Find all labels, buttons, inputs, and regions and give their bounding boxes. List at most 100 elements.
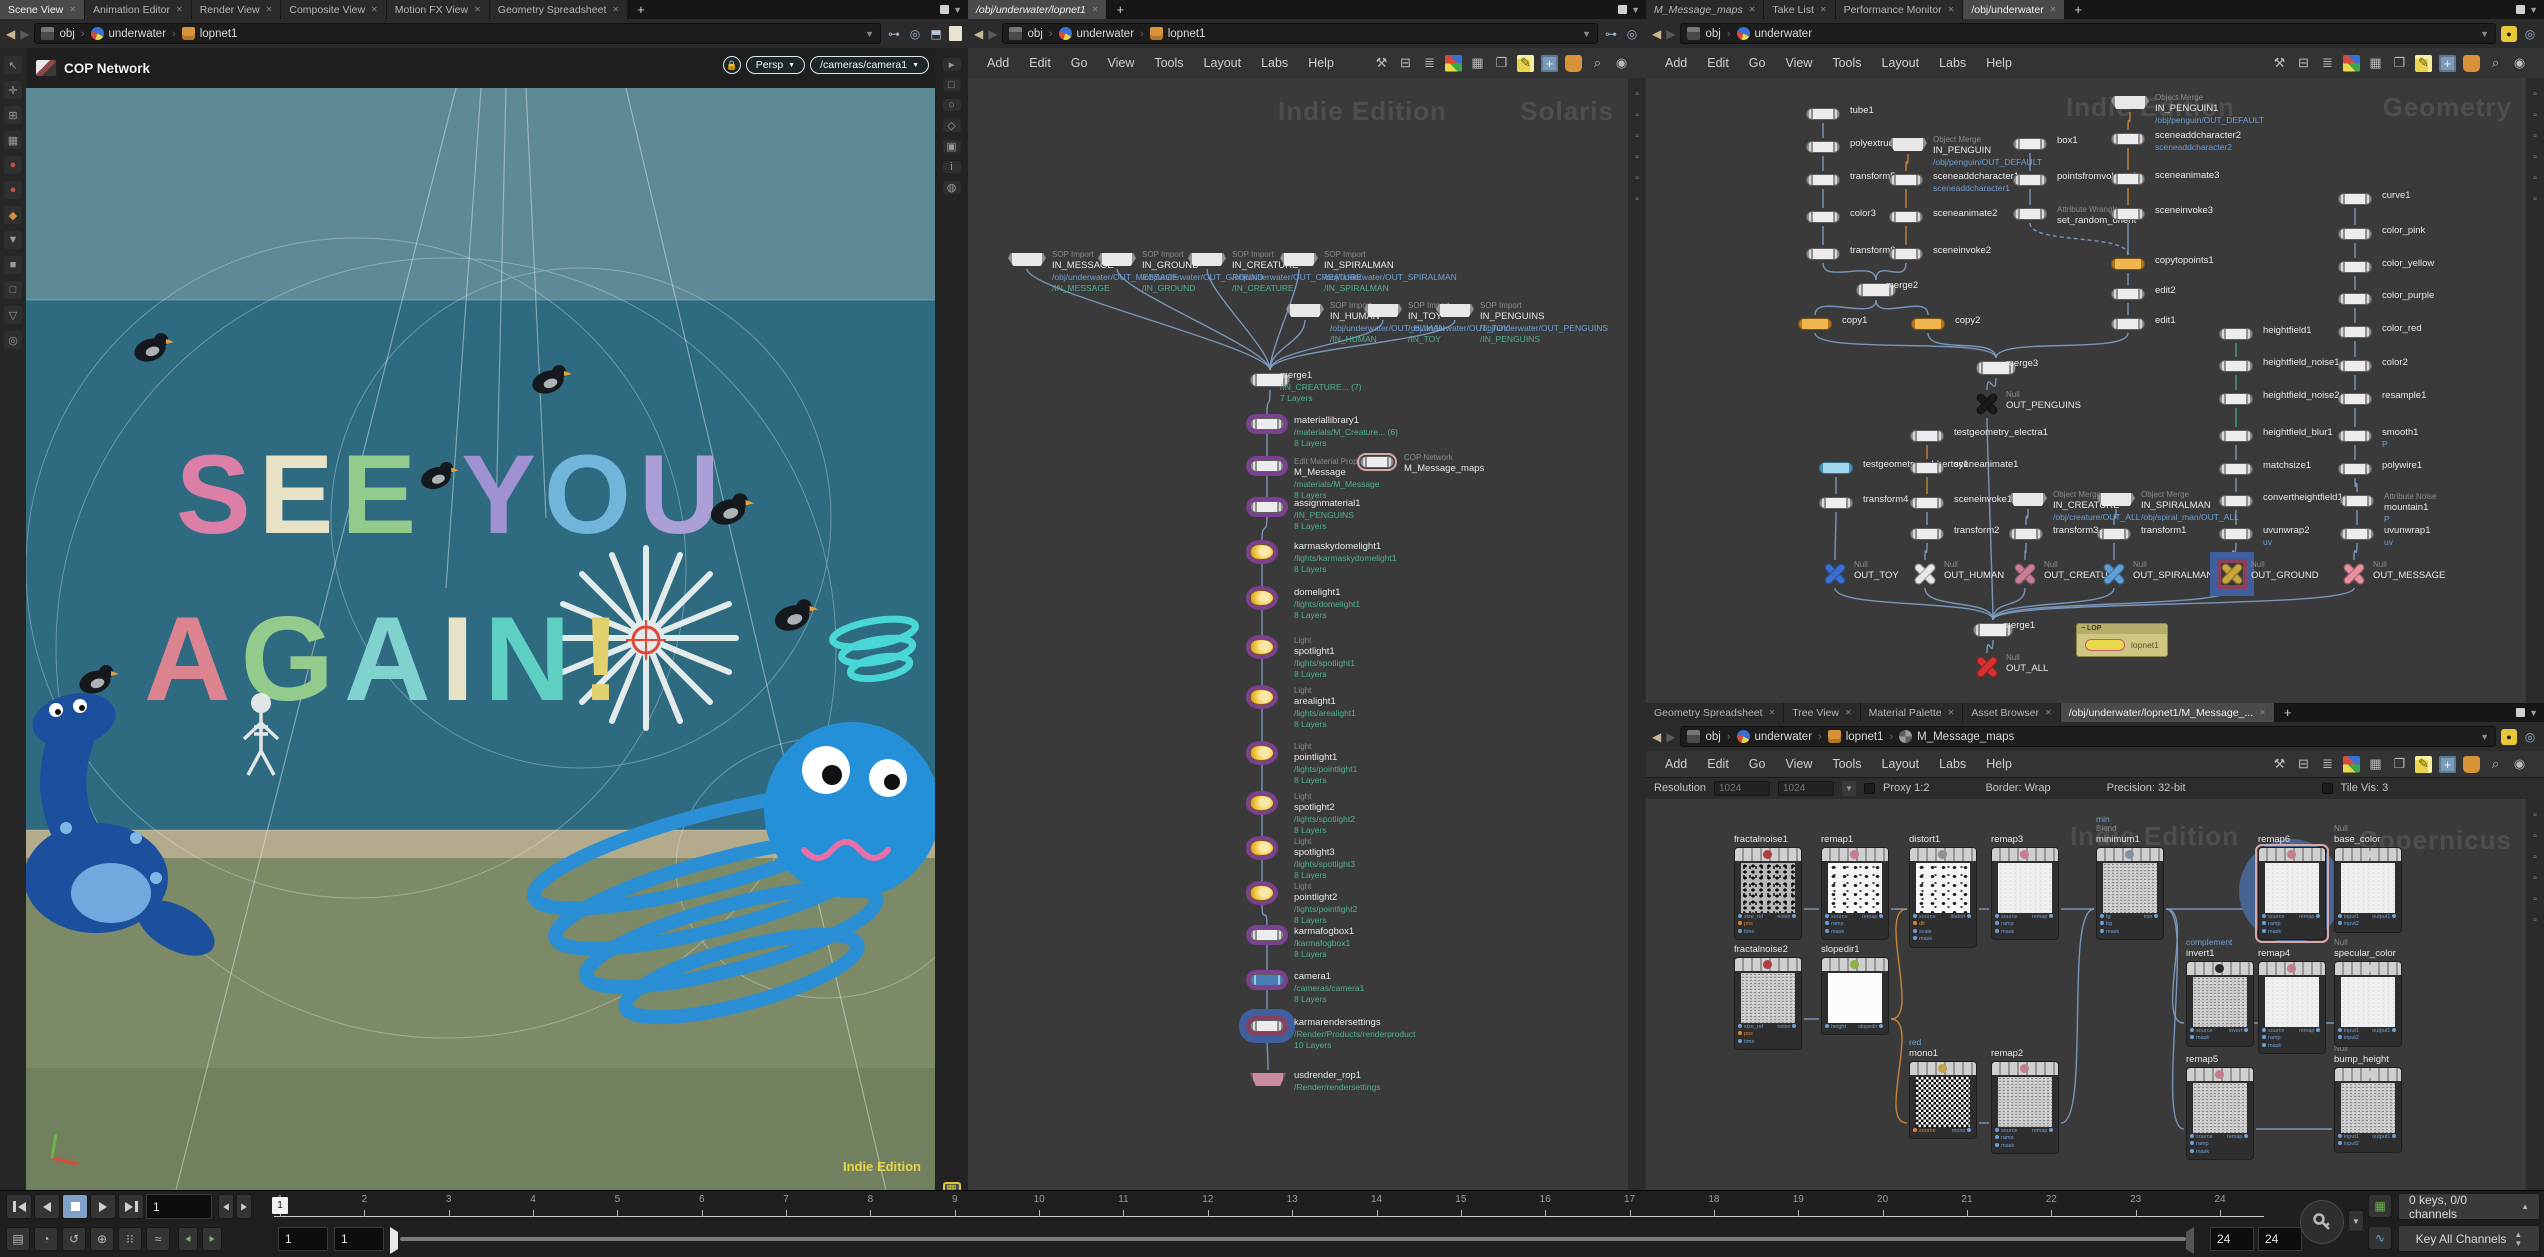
node-out-ground[interactable]: NullOUT_GROUND	[2221, 563, 2243, 585]
menu-add[interactable]: Add	[978, 56, 1018, 70]
palette-icon[interactable]: ▫	[1631, 193, 1644, 206]
copernicus-network-canvas[interactable]: Indie Edition Copernicus size_refpostime…	[1646, 799, 2526, 1190]
tab-obj-underwater[interactable]: /obj/underwater✕	[1963, 0, 2065, 19]
loop-icon[interactable]: ↺	[62, 1227, 86, 1251]
path-dropdown-icon[interactable]: ▼	[2480, 732, 2489, 742]
range-end-display[interactable]: 24	[2258, 1227, 2302, 1251]
tree-icon[interactable]: ⊟	[1397, 55, 1414, 72]
layout-grid-icon[interactable]: ▦	[2367, 55, 2384, 72]
node-transform4[interactable]: transform4	[1819, 497, 1853, 509]
target-tool[interactable]: ◎	[4, 331, 22, 349]
menu-layout[interactable]: Layout	[1873, 757, 1929, 771]
nav-back-button[interactable]: ◀	[1652, 28, 1661, 40]
sculpt-tool-red[interactable]: ●	[4, 181, 22, 199]
pointer-icon[interactable]: ▫	[2529, 88, 2542, 101]
tab-performance-monitor[interactable]: Performance Monitor✕	[1836, 0, 1964, 19]
prev-key-button[interactable]	[178, 1227, 198, 1251]
node-copytopoints1[interactable]: copytopoints1	[2111, 258, 2145, 270]
node-testgeometry-rubbertoy1[interactable]: testgeometry_rubbertoy1	[1819, 462, 1853, 474]
node-camera1[interactable]: camera1/cameras/camera18 Layers	[1250, 974, 1284, 986]
node-distort1[interactable]: sourcedirscalemaskdistort distort1	[1909, 847, 1977, 948]
node-smooth1[interactable]: smooth1P	[2338, 430, 2372, 442]
node-merge1[interactable]: merge1/IN_CREATURE... (7)7 Layers	[1250, 373, 1290, 387]
node-uvunwrap2[interactable]: uvunwrap2uv	[2219, 528, 2253, 540]
paint-tool-red[interactable]: ●	[4, 156, 22, 174]
resolution-x-field[interactable]: 1024	[1714, 781, 1770, 796]
node-in-ground[interactable]: SOP ImportIN_GROUND/obj/underwater/OUT_G…	[1098, 253, 1136, 266]
node-sceneaddcharacter2[interactable]: sceneaddcharacter2sceneaddcharacter2	[2111, 133, 2145, 145]
node-fractalnoise2[interactable]: size_refpostimenoise fractalnoise2	[1734, 957, 1802, 1050]
nav-back-button[interactable]: ◀	[6, 28, 15, 40]
dopesheet-icon[interactable]: ⁝⁝	[118, 1227, 142, 1251]
node-base-color[interactable]: input1input2output1 Nullbase_color	[2334, 847, 2402, 933]
breadcrumb-lopnet1[interactable]: lopnet1	[1150, 27, 1206, 40]
pane-menu-button[interactable]: ▼	[934, 0, 968, 19]
view-tool[interactable]: ▦	[4, 131, 22, 149]
node-slopedir1[interactable]: heightslopedir slopedir1	[1821, 957, 1889, 1035]
node-in-spiralman[interactable]: Object MergeIN_SPIRALMAN/obj/spiral_man/…	[2097, 493, 2135, 506]
range-end-field[interactable]: 24	[2210, 1227, 2254, 1251]
node-karmafogbox1[interactable]: karmafogbox1/karmafogbox18 Layers	[1250, 929, 1284, 941]
layout-grid-icon[interactable]: ▦	[1469, 55, 1486, 72]
timeline-ruler[interactable]	[274, 1216, 2264, 1217]
node-usdrender-rop1[interactable]: usdrender_rop1/Render/rendersettings	[1250, 1073, 1286, 1086]
tab-geometry-spreadsheet[interactable]: Geometry Spreadsheet✕	[1646, 703, 1784, 722]
edit-tool[interactable]: ⊞	[4, 106, 22, 124]
node-pointlight2[interactable]: Lightpointlight2/lights/pointlight28 Lay…	[1250, 885, 1274, 901]
node-m-message-maps[interactable]: COP NetworkM_Message_maps	[1360, 456, 1394, 468]
node-in-creature[interactable]: Object MergeIN_CREATURE/obj/creature/OUT…	[2009, 493, 2047, 506]
path-dropdown-icon[interactable]: ▼	[1582, 29, 1591, 39]
menu-tools[interactable]: Tools	[1823, 757, 1870, 771]
tab-close-icon[interactable]: ✕	[2259, 708, 2266, 717]
visibility-icon[interactable]: ◉	[1613, 55, 1630, 72]
tab-close-icon[interactable]: ✕	[1948, 5, 1955, 14]
range-start-display[interactable]: 1	[334, 1227, 384, 1251]
node-invert1[interactable]: sourcemaskinvert complementinvert1	[2186, 961, 2254, 1047]
marquee-icon[interactable]: ▫	[1631, 109, 1644, 122]
node-sceneinvoke2[interactable]: sceneinvoke2	[1889, 248, 1923, 260]
node-sceneaddcharacter1[interactable]: sceneaddcharacter1sceneaddcharacter1	[1889, 174, 1923, 186]
keys-channels-button[interactable]: 0 keys, 0/0 channels▲	[2398, 1193, 2540, 1220]
scoped-channels-icon[interactable]: ▦	[2368, 1194, 2392, 1218]
bulb-icon[interactable]: ●	[2501, 729, 2517, 745]
layout-icon[interactable]: ▫	[2529, 130, 2542, 143]
node-pointsfromvolume1[interactable]: pointsfromvolume1	[2013, 174, 2047, 186]
menu-go[interactable]: Go	[1740, 56, 1775, 70]
playbar-slider-track[interactable]	[400, 1237, 2186, 1241]
node-out-human[interactable]: NullOUT_HUMAN	[1914, 563, 1936, 585]
node-in-toy[interactable]: SOP ImportIN_TOY/obj/underwater/OUT_TOY/…	[1364, 304, 1402, 317]
breadcrumb-obj[interactable]: obj	[1009, 27, 1042, 40]
snapshot-icon[interactable]: ◍	[943, 181, 961, 194]
marquee-icon[interactable]: ▫	[2529, 830, 2542, 843]
node-sceneanimate3[interactable]: sceneanimate3	[2111, 173, 2145, 185]
handles-tool[interactable]: ✛	[4, 81, 22, 99]
menu-help[interactable]: Help	[1977, 757, 2021, 771]
sticky-note-icon[interactable]: ✎	[1517, 55, 1534, 72]
playhead[interactable]	[390, 1232, 398, 1250]
tab-m-message-maps[interactable]: M_Message_maps✕	[1646, 0, 1764, 19]
info-icon[interactable]: i	[943, 161, 961, 173]
node-lopnet1[interactable]: − LOPlopnet1	[2076, 623, 2168, 657]
tab-close-icon[interactable]: ✕	[1845, 708, 1852, 717]
node-m-message[interactable]: Edit Material PropertiesM_Message/materi…	[1250, 460, 1284, 472]
node-fractalnoise1[interactable]: size_refpostimenoise fractalnoise1	[1734, 847, 1802, 940]
tree-icon[interactable]: ⊟	[2295, 756, 2312, 773]
tab-scene-view[interactable]: Scene View✕	[0, 0, 85, 19]
node-heightfield-blur1[interactable]: heightfield_blur1	[2219, 430, 2253, 442]
menu-help[interactable]: Help	[1299, 56, 1343, 70]
rotate-icon[interactable]: ○	[943, 99, 961, 111]
basket-icon[interactable]	[1565, 55, 1582, 72]
pin-icon[interactable]: ⊶	[886, 26, 902, 42]
sticky-note-icon[interactable]: ✎	[2415, 55, 2432, 72]
bulb-icon[interactable]: ●	[2501, 26, 2517, 42]
menu-layout[interactable]: Layout	[1195, 56, 1251, 70]
node-transform5[interactable]: transform5	[1806, 174, 1840, 186]
node-sceneanimate1[interactable]: sceneanimate1	[1910, 462, 1944, 474]
pointer-icon[interactable]: ▫	[1631, 88, 1644, 101]
node-remap4[interactable]: sourcerampmaskremap remap4	[2258, 961, 2326, 1054]
node-matchsize1[interactable]: matchsize1	[2219, 463, 2253, 475]
breadcrumb-lopnet1[interactable]: lopnet1	[182, 27, 238, 40]
node-bump-height[interactable]: input1input2output1 Nullbump_height	[2334, 1067, 2402, 1153]
tab-obj-underwater-lopnet1[interactable]: /obj/underwater/lopnet1✕	[968, 0, 1107, 19]
current-frame-field[interactable]: 1	[146, 1194, 212, 1219]
